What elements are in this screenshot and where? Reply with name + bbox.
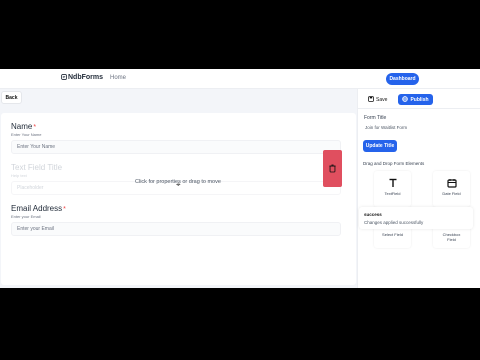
save-icon xyxy=(368,96,374,102)
calendar-icon xyxy=(446,179,457,188)
update-title-button[interactable]: Update Title xyxy=(363,140,397,152)
tile-label: TextField xyxy=(384,191,401,196)
tile-label: Date Field xyxy=(442,191,461,196)
delete-field-button[interactable] xyxy=(323,150,342,187)
properties-panel: Save Publish Form Title Update Title Dra… xyxy=(357,89,480,288)
brand-name: NdbForms xyxy=(68,74,103,81)
form-title-label: Form Title xyxy=(364,115,387,121)
nav-link-home[interactable]: Home xyxy=(110,75,126,81)
publish-label: Publish xyxy=(410,97,429,103)
toast-title: success xyxy=(364,212,382,217)
publish-button[interactable]: Publish xyxy=(398,94,433,105)
form-field-email[interactable]: Email Address* Enter your Email Enter yo… xyxy=(11,204,341,236)
tile-date-field[interactable]: Date Field xyxy=(433,171,470,207)
form-builder-app: NdbForms Home Dashboard Back Name* Enter… xyxy=(0,69,480,288)
form-canvas: Back Name* Enter Your Name Enter Your Na… xyxy=(0,89,357,288)
logo-icon xyxy=(61,74,67,80)
required-marker: * xyxy=(63,206,66,213)
form-preview: Name* Enter Your Name Enter Your Name Te… xyxy=(1,113,356,285)
field-help-text: Enter your Email xyxy=(11,214,41,219)
elements-heading: Drag and Drop Form Elements xyxy=(363,161,425,166)
dashboard-button[interactable]: Dashboard xyxy=(386,73,419,85)
toast-message: Changes applied successfully xyxy=(364,220,424,225)
brand[interactable]: NdbForms xyxy=(61,74,103,81)
top-navbar: NdbForms Home Dashboard xyxy=(0,69,480,89)
required-marker: * xyxy=(33,124,37,131)
globe-icon xyxy=(402,96,409,102)
save-button[interactable]: Save xyxy=(366,94,393,105)
form-field-name[interactable]: Name* Enter Your Name Enter Your Name xyxy=(11,122,341,154)
form-title-input[interactable] xyxy=(364,122,452,133)
tile-label: Checkbox Field xyxy=(442,232,461,242)
field-label-row: Name* xyxy=(11,122,341,131)
field-label-row: Email Address* xyxy=(11,204,341,213)
field-help-text: Enter Your Name xyxy=(11,132,42,137)
field-help-text: Help text xyxy=(11,173,27,178)
mouse-cursor-icon: ⌖ xyxy=(176,180,181,189)
tile-label: Select Field xyxy=(382,232,403,237)
field-label: Email Address xyxy=(11,204,63,213)
field-label: Text Field Title xyxy=(11,163,63,172)
text-icon xyxy=(389,178,396,187)
panel-toolbar: Save Publish xyxy=(358,89,480,109)
trash-icon xyxy=(329,164,336,173)
back-button[interactable]: Back xyxy=(1,91,22,104)
success-toast: success Changes applied successfully xyxy=(359,207,473,229)
field-label-row: Text Field Title xyxy=(11,163,341,172)
save-label: Save xyxy=(376,97,388,103)
tile-text-field[interactable]: TextField xyxy=(374,171,411,207)
field-label: Name xyxy=(11,122,33,131)
field-input[interactable]: Enter your Email xyxy=(11,222,341,236)
field-input[interactable]: Enter Your Name xyxy=(11,140,341,154)
